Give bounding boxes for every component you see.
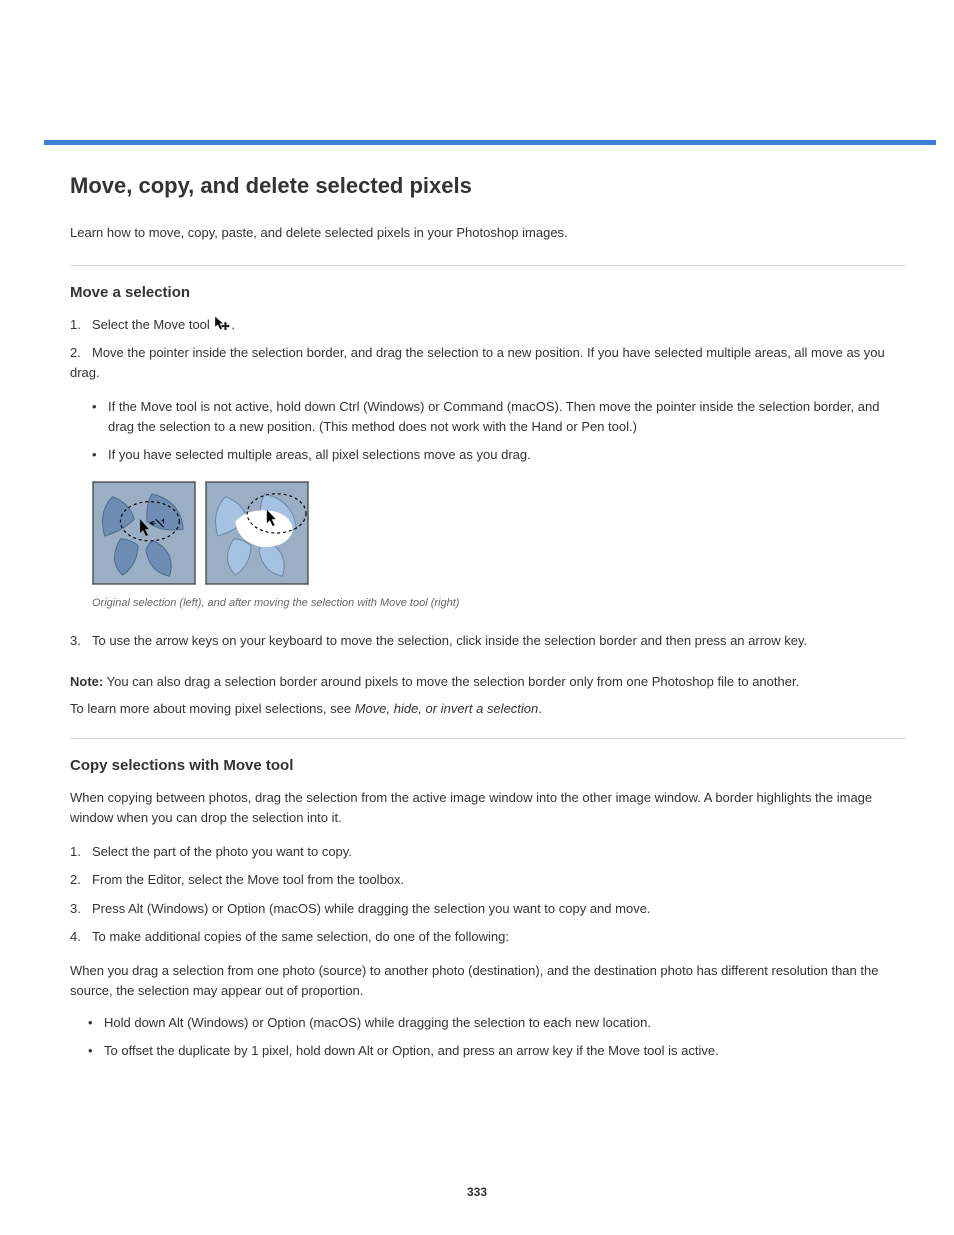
step-number: 2.: [70, 870, 92, 890]
step-number: 2.: [70, 343, 92, 363]
copy-step-1: 1.Select the part of the photo you want …: [70, 842, 906, 862]
page-number: 333: [0, 1185, 954, 1199]
copy-step-1-text: Select the part of the photo you want to…: [92, 844, 352, 859]
divider: [70, 265, 906, 266]
bullet-item: If you have selected multiple areas, all…: [92, 445, 906, 465]
note-1-text: You can also drag a selection border aro…: [107, 674, 800, 689]
document-page: Move, copy, and delete selected pixels L…: [0, 0, 954, 1061]
lead-paragraph: Learn how to move, copy, paste, and dele…: [70, 223, 906, 243]
step-3: 3.To use the arrow keys on your keyboard…: [70, 633, 906, 648]
resolution-note: When you drag a selection from one photo…: [70, 961, 906, 1001]
sub-bullet-item: To offset the duplicate by 1 pixel, hold…: [88, 1041, 906, 1061]
notes-block: Note: You can also drag a selection bord…: [70, 672, 876, 720]
page-title: Move, copy, and delete selected pixels: [70, 173, 936, 199]
step-1-text-b: .: [231, 317, 235, 332]
copy-intro: When copying between photos, drag the se…: [70, 788, 906, 828]
note-2: To learn more about moving pixel selecti…: [70, 699, 876, 720]
note-label: Note:: [70, 674, 103, 689]
copy-sub-bullets: Hold down Alt (Windows) or Option (macOS…: [88, 1013, 906, 1061]
sub-bullet-item: Hold down Alt (Windows) or Option (macOS…: [88, 1013, 906, 1033]
copy-step-3: 3.Press Alt (Windows) or Option (macOS) …: [70, 899, 906, 919]
ordered-steps-2: 1.Select the part of the photo you want …: [70, 842, 906, 947]
copy-step-3-text: Press Alt (Windows) or Option (macOS) wh…: [92, 901, 651, 916]
step-1-text-a: Select the Move tool: [92, 317, 213, 332]
copy-step-4: 4.To make additional copies of the same …: [70, 927, 906, 947]
note-2-prefix: To learn more about moving pixel selecti…: [70, 701, 355, 716]
copy-step-2-text: From the Editor, select the Move tool fr…: [92, 872, 404, 887]
divider: [70, 738, 906, 739]
step-1: 1.Select the Move tool .: [70, 315, 906, 335]
step-number: 3.: [70, 633, 92, 648]
note-2-link[interactable]: Move, hide, or invert a selection: [355, 701, 539, 716]
section-heading-copy: Copy selections with Move tool: [70, 757, 906, 774]
bullet-item: If the Move tool is not active, hold dow…: [92, 397, 906, 437]
note-1: Note: You can also drag a selection bord…: [70, 672, 876, 693]
section-heading-move: Move a selection: [70, 284, 906, 301]
copy-step-2: 2.From the Editor, select the Move tool …: [70, 870, 906, 890]
copy-step-4-text: To make additional copies of the same se…: [92, 929, 509, 944]
step-number: 1.: [70, 842, 92, 862]
step-2: 2.Move the pointer inside the selection …: [70, 343, 906, 383]
step-2-text: Move the pointer inside the selection bo…: [70, 345, 885, 380]
step-number: 4.: [70, 927, 92, 947]
ordered-steps-1: 1.Select the Move tool .: [70, 315, 906, 383]
lead-block: Learn how to move, copy, paste, and dele…: [70, 223, 906, 739]
header-rule: [44, 140, 936, 145]
section-copy: Copy selections with Move tool When copy…: [70, 757, 906, 1061]
step-number: 3.: [70, 899, 92, 919]
step-number: 1.: [70, 315, 92, 335]
illustration-row: [92, 481, 906, 585]
move-tool-icon: [213, 315, 231, 332]
illustration-after: [205, 481, 309, 585]
step-3-text: To use the arrow keys on your keyboard t…: [92, 633, 807, 648]
step-2-bullets: If the Move tool is not active, hold dow…: [92, 397, 906, 465]
figure-caption: Original selection (left), and after mov…: [92, 597, 906, 609]
illustration-before: [92, 481, 196, 585]
